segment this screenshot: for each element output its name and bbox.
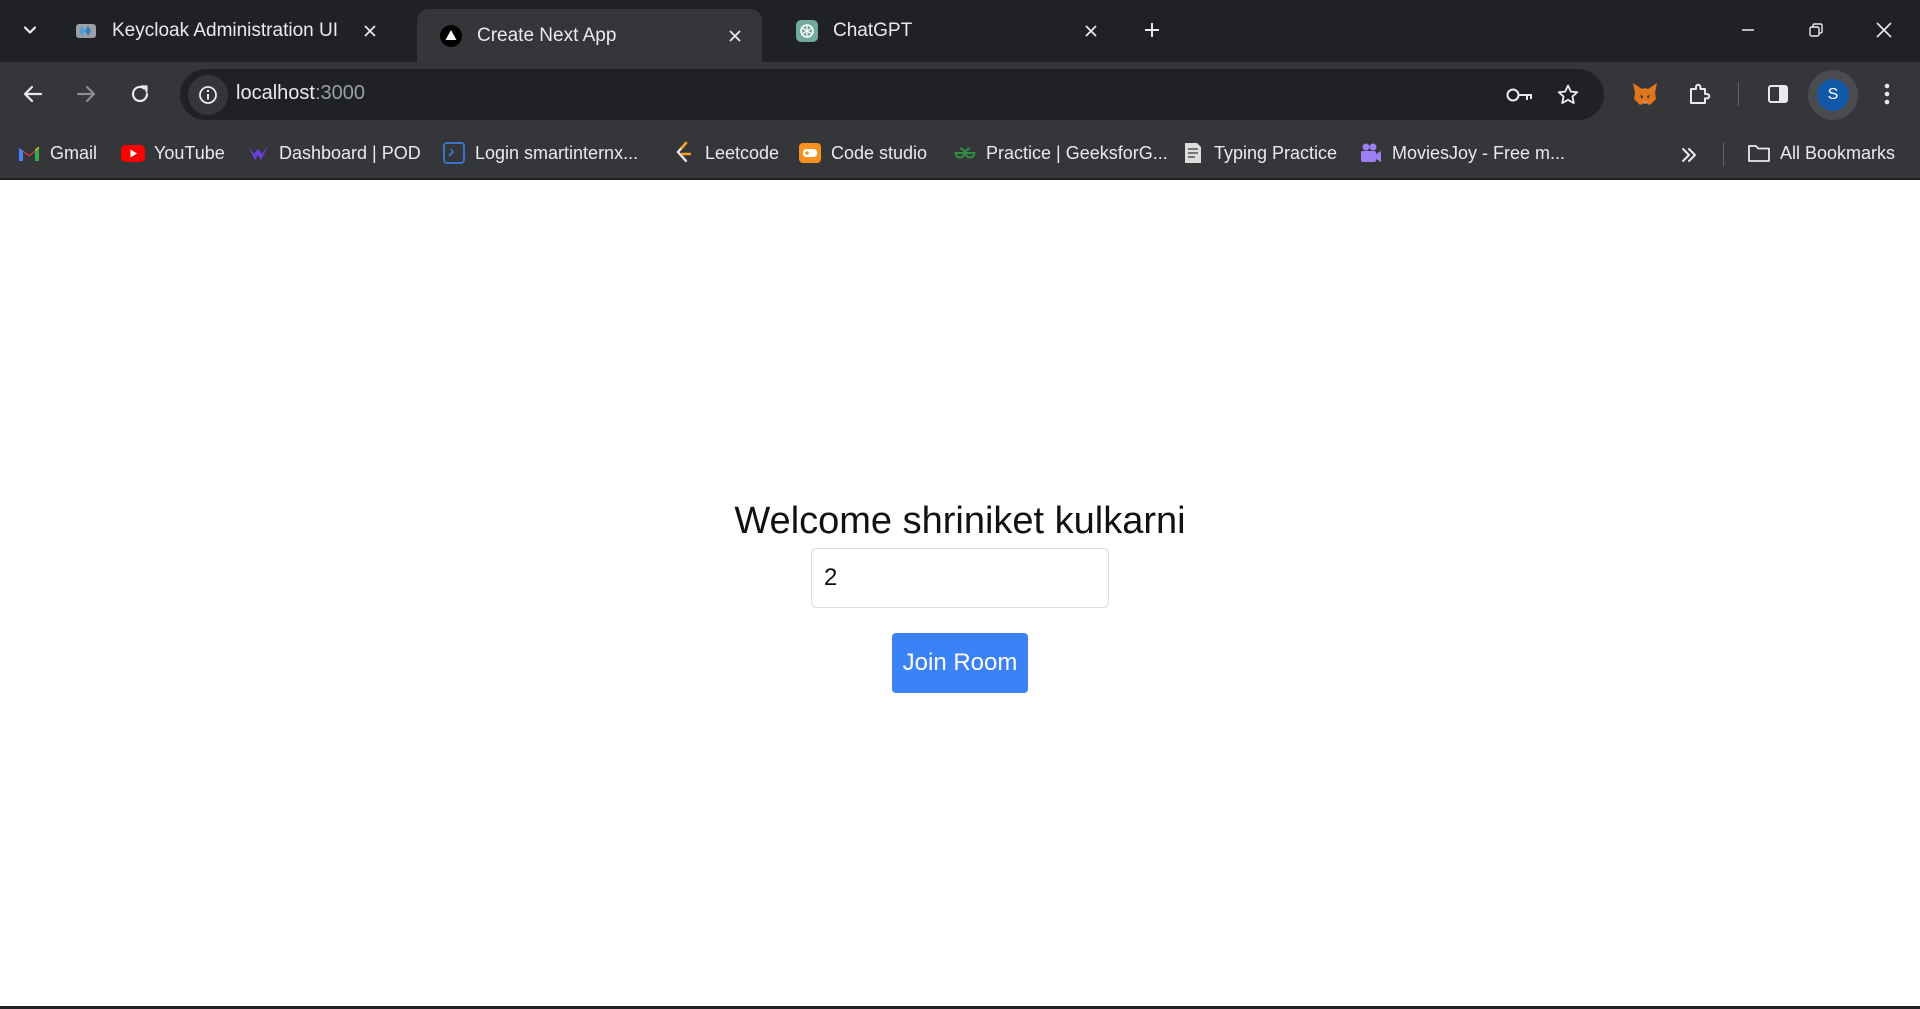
info-icon bbox=[199, 86, 217, 104]
close-tab-icon[interactable] bbox=[722, 23, 748, 49]
typing-icon bbox=[1181, 141, 1205, 165]
leetcode-icon bbox=[672, 141, 696, 165]
side-panel-icon bbox=[1768, 85, 1788, 103]
tab-keycloak[interactable]: Keycloak Administration UI bbox=[52, 10, 397, 52]
bookmark-dashboard-pod[interactable]: Dashboard | POD bbox=[246, 137, 421, 169]
url-port: :3000 bbox=[314, 82, 365, 104]
tab-chatgpt[interactable]: ChatGPT bbox=[773, 10, 1118, 52]
restore-button[interactable] bbox=[1782, 0, 1850, 60]
gmail-icon bbox=[17, 141, 41, 165]
extensions-button[interactable] bbox=[1679, 74, 1719, 114]
metamask-fox-icon bbox=[1633, 83, 1657, 105]
geeksforgeeks-icon bbox=[953, 141, 977, 165]
youtube-icon bbox=[121, 141, 145, 165]
codestudio-icon bbox=[798, 141, 822, 165]
pod-icon bbox=[246, 141, 270, 165]
new-tab-button[interactable] bbox=[1136, 14, 1168, 46]
bookmark-gmail[interactable]: Gmail bbox=[17, 137, 97, 169]
all-bookmarks-label: All Bookmarks bbox=[1780, 142, 1896, 163]
bookmark-star-button[interactable] bbox=[1550, 77, 1586, 113]
folder-icon bbox=[1747, 141, 1771, 165]
bookmark-label: YouTube bbox=[154, 142, 225, 163]
room-id-input[interactable] bbox=[811, 548, 1109, 608]
star-icon bbox=[1557, 84, 1579, 104]
menu-button[interactable] bbox=[1867, 74, 1907, 114]
bookmarks-bar: Gmail YouTube Dashboard | POD Login smar… bbox=[0, 127, 1920, 180]
bookmark-typing-practice[interactable]: Typing Practice bbox=[1181, 137, 1337, 169]
minimize-button[interactable] bbox=[1714, 0, 1782, 60]
bookmark-youtube[interactable]: YouTube bbox=[121, 137, 225, 169]
minimize-icon bbox=[1742, 29, 1754, 31]
reload-icon bbox=[131, 85, 149, 103]
puzzle-icon bbox=[1690, 83, 1711, 104]
moviesjoy-icon bbox=[1359, 141, 1383, 165]
back-button[interactable] bbox=[13, 74, 53, 114]
close-window-button[interactable] bbox=[1850, 0, 1918, 60]
tab-title: Keycloak Administration UI bbox=[112, 20, 338, 41]
join-room-button[interactable]: Join Room bbox=[892, 633, 1028, 693]
bookmark-label: Dashboard | POD bbox=[279, 142, 421, 163]
tab-title: ChatGPT bbox=[833, 20, 913, 41]
browser-toolbar: localhost:3000 S bbox=[0, 62, 1920, 127]
avatar[interactable]: S bbox=[1817, 79, 1849, 111]
tab-strip: Keycloak Administration UI Create Next A… bbox=[0, 0, 1920, 62]
bookmark-code-studio[interactable]: Code studio bbox=[798, 137, 927, 169]
close-tab-icon[interactable] bbox=[357, 18, 383, 44]
bookmark-label: Code studio bbox=[831, 142, 928, 163]
url-host: localhost bbox=[236, 82, 315, 104]
arrow-right-icon bbox=[76, 85, 96, 103]
restore-icon bbox=[1809, 23, 1823, 37]
tab-create-next-app[interactable]: Create Next App bbox=[417, 9, 762, 62]
tab-search-button[interactable] bbox=[14, 14, 46, 46]
bookmark-label: Leetcode bbox=[705, 142, 780, 163]
chevron-down-icon bbox=[23, 26, 37, 34]
metamask-extension-button[interactable] bbox=[1625, 74, 1665, 114]
all-bookmarks-button[interactable]: All Bookmarks bbox=[1747, 137, 1895, 169]
bookmark-geeksforgeeks[interactable]: Practice | GeeksforG... bbox=[953, 137, 1168, 169]
site-info-button[interactable] bbox=[188, 75, 228, 115]
keycloak-icon bbox=[74, 19, 98, 43]
toolbar-divider bbox=[1738, 82, 1739, 106]
key-icon bbox=[1506, 88, 1532, 102]
close-tab-icon[interactable] bbox=[1078, 18, 1104, 44]
chatgpt-icon bbox=[795, 19, 819, 43]
address-bar[interactable]: localhost:3000 bbox=[180, 69, 1604, 120]
bookmark-leetcode[interactable]: Leetcode bbox=[672, 137, 779, 169]
password-key-button[interactable] bbox=[1502, 77, 1538, 113]
smartinternz-icon bbox=[442, 141, 466, 165]
plus-icon bbox=[1145, 23, 1159, 37]
arrow-left-icon bbox=[23, 85, 43, 103]
forward-button[interactable] bbox=[66, 74, 106, 114]
reload-button[interactable] bbox=[120, 74, 160, 114]
welcome-heading: Welcome shriniket kulkarni bbox=[734, 500, 1186, 542]
tab-title: Create Next App bbox=[477, 24, 617, 46]
side-panel-button[interactable] bbox=[1758, 74, 1798, 114]
bookmark-label: Typing Practice bbox=[1214, 142, 1338, 163]
bookmark-smartinternz[interactable]: Login smartinternx... bbox=[442, 137, 638, 169]
url-text[interactable]: localhost:3000 bbox=[236, 82, 365, 105]
bookmarks-divider bbox=[1723, 142, 1724, 166]
page-content: Welcome shriniket kulkarni Join Room bbox=[0, 180, 1920, 1009]
bookmark-label: Gmail bbox=[50, 142, 98, 163]
close-icon bbox=[1876, 22, 1892, 38]
bookmark-moviesjoy[interactable]: MoviesJoy - Free m... bbox=[1359, 137, 1565, 169]
bookmark-label: MoviesJoy - Free m... bbox=[1392, 142, 1566, 163]
bookmark-label: Login smartinternx... bbox=[475, 142, 639, 163]
bookmark-label: Practice | GeeksforG... bbox=[986, 142, 1168, 163]
nextjs-icon bbox=[439, 24, 463, 48]
bookmarks-overflow-button[interactable] bbox=[1673, 139, 1705, 171]
more-vert-icon bbox=[1884, 83, 1890, 105]
double-chevron-right-icon bbox=[1682, 148, 1696, 162]
